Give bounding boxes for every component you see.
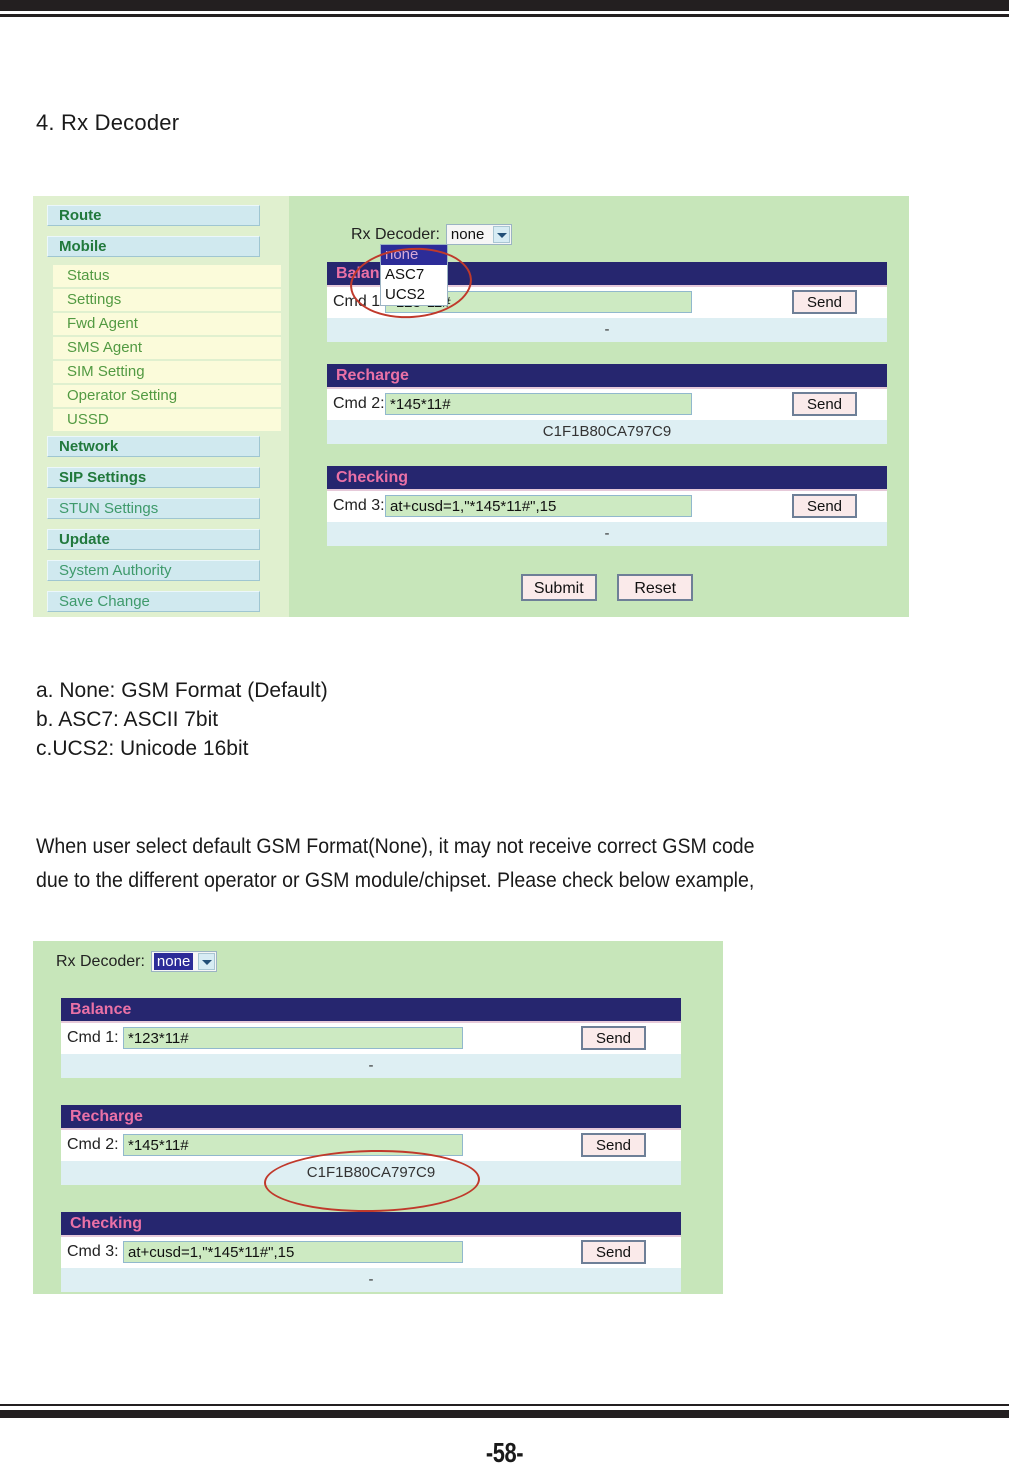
- cmd3-input-2[interactable]: at+cusd=1,"*145*11#",15: [123, 1241, 463, 1263]
- reset-button[interactable]: Reset: [617, 574, 694, 601]
- cmd3-result: -: [327, 522, 887, 546]
- sidebar-item-fwd-agent[interactable]: Fwd Agent: [53, 313, 281, 335]
- panel-row-cmd2: Cmd 2: *145*11# Send: [327, 389, 887, 420]
- sidebar-item-status[interactable]: Status: [53, 265, 281, 287]
- cmd3-send-button-2[interactable]: Send: [581, 1240, 646, 1264]
- cmd3-result-2: -: [61, 1268, 681, 1292]
- cmd1-label-2: Cmd 1:: [67, 1029, 119, 1046]
- dropdown-option-asc7[interactable]: ASC7: [381, 265, 447, 285]
- sidebar-item-route[interactable]: Route: [47, 205, 260, 226]
- router-ui-screenshot-example: Rx Decoder: none Balance Cmd 1: *123*11# …: [33, 941, 723, 1294]
- panel-checking-2: Checking Cmd 3: at+cusd=1,"*145*11#",15 …: [61, 1212, 681, 1292]
- chevron-down-icon[interactable]: [492, 226, 510, 243]
- paragraph-line-2: due to the different operator or GSM mod…: [36, 869, 755, 892]
- sidebar-item-ussd[interactable]: USSD: [53, 409, 281, 431]
- cmd1-result-2: -: [61, 1054, 681, 1078]
- rx-decoder-row-2: Rx Decoder: none: [56, 951, 217, 972]
- definition-none: a. None: GSM Format (Default): [36, 679, 328, 702]
- panel-title-recharge-2: Recharge: [61, 1105, 681, 1130]
- header-rule-thick: [0, 0, 1009, 11]
- chevron-down-icon-2[interactable]: [197, 953, 215, 970]
- header-rule-thin: [0, 14, 1009, 17]
- panel-checking: Checking Cmd 3: at+cusd=1,"*145*11#",15 …: [327, 466, 887, 546]
- form-actions: Submit Reset: [327, 574, 887, 601]
- cmd2-result-2: C1F1B80CA797C9: [61, 1161, 681, 1185]
- rx-decoder-select-2[interactable]: none: [150, 951, 217, 972]
- sidebar-item-mobile[interactable]: Mobile: [47, 236, 260, 257]
- cmd1-send-button[interactable]: Send: [792, 290, 857, 314]
- panel-row-cmd1-2: Cmd 1: *123*11# Send: [61, 1023, 681, 1054]
- router-ui-screenshot-full: Route Mobile Status Settings Fwd Agent S…: [33, 196, 909, 617]
- rx-decoder-dropdown-list[interactable]: none ASC7 UCS2: [380, 244, 448, 306]
- rx-decoder-value-2: none: [153, 953, 194, 970]
- sidebar-item-update[interactable]: Update: [47, 529, 260, 550]
- sidebar-item-sip-settings[interactable]: SIP Settings: [47, 467, 260, 488]
- submit-button[interactable]: Submit: [520, 574, 597, 601]
- sidebar-item-system-authority[interactable]: System Authority: [47, 560, 260, 581]
- sidebar-item-settings[interactable]: Settings: [53, 289, 281, 311]
- cmd1-input-2[interactable]: *123*11#: [123, 1027, 463, 1049]
- rx-decoder-row: Rx Decoder: none: [351, 224, 512, 245]
- cmd2-input[interactable]: *145*11#: [385, 393, 692, 415]
- page-number: -58-: [485, 1437, 524, 1468]
- cmd2-result: C1F1B80CA797C9: [327, 420, 887, 444]
- body-paragraph: When user select default GSM Format(None…: [36, 830, 906, 898]
- cmd2-send-button[interactable]: Send: [792, 392, 857, 416]
- cmd3-input[interactable]: at+cusd=1,"*145*11#",15: [385, 495, 692, 517]
- cmd2-input-2[interactable]: *145*11#: [123, 1134, 463, 1156]
- rx-decoder-label: Rx Decoder:: [351, 225, 440, 243]
- panel-recharge: Recharge Cmd 2: *145*11# Send C1F1B80CA7…: [327, 364, 887, 444]
- dropdown-option-none[interactable]: none: [381, 245, 447, 265]
- cmd1-label: Cmd 1:: [333, 293, 385, 310]
- cmd1-result: -: [327, 318, 887, 342]
- dropdown-option-ucs2[interactable]: UCS2: [381, 285, 447, 305]
- footer-rule-thin: [0, 1404, 1009, 1406]
- cmd1-send-button-2[interactable]: Send: [581, 1026, 646, 1050]
- footer-rule-thick: [0, 1410, 1009, 1418]
- cmd2-send-button-2[interactable]: Send: [581, 1133, 646, 1157]
- sidebar-item-network[interactable]: Network: [47, 436, 260, 457]
- cmd3-label: Cmd 3:: [333, 497, 385, 514]
- content-pane: Rx Decoder: none none ASC7 UCS2 Balance C…: [289, 196, 909, 617]
- cmd3-send-button[interactable]: Send: [792, 494, 857, 518]
- panel-row-cmd3: Cmd 3: at+cusd=1,"*145*11#",15 Send: [327, 491, 887, 522]
- paragraph-line-1: When user select default GSM Format(None…: [36, 835, 755, 858]
- cmd3-label-2: Cmd 3:: [67, 1243, 119, 1260]
- panel-row-cmd3-2: Cmd 3: at+cusd=1,"*145*11#",15 Send: [61, 1237, 681, 1268]
- panel-title-checking: Checking: [327, 466, 887, 491]
- panel-balance-2: Balance Cmd 1: *123*11# Send -: [61, 998, 681, 1078]
- definition-ucs2: c.UCS2: Unicode 16bit: [36, 737, 249, 760]
- rx-decoder-label-2: Rx Decoder:: [56, 952, 145, 970]
- panel-title-checking-2: Checking: [61, 1212, 681, 1237]
- decoder-definitions-list: a. None: GSM Format (Default) b. ASC7: A…: [36, 676, 328, 763]
- definition-asc7: b. ASC7: ASCII 7bit: [36, 708, 219, 731]
- sidebar-item-sms-agent[interactable]: SMS Agent: [53, 337, 281, 359]
- rx-decoder-select[interactable]: none: [445, 224, 512, 245]
- rx-decoder-value: none: [450, 226, 485, 243]
- sidebar-item-operator-setting[interactable]: Operator Setting: [53, 385, 281, 407]
- sidebar-item-stun-settings[interactable]: STUN Settings: [47, 498, 260, 519]
- cmd2-label-2: Cmd 2:: [67, 1136, 119, 1153]
- sidebar-item-sim-setting[interactable]: SIM Setting: [53, 361, 281, 383]
- sidebar-item-save-change[interactable]: Save Change: [47, 591, 260, 612]
- panel-recharge-2: Recharge Cmd 2: *145*11# Send C1F1B80CA7…: [61, 1105, 681, 1185]
- sidebar: Route Mobile Status Settings Fwd Agent S…: [33, 196, 289, 617]
- panel-row-cmd2-2: Cmd 2: *145*11# Send: [61, 1130, 681, 1161]
- panel-title-balance-2: Balance: [61, 998, 681, 1023]
- panel-title-recharge: Recharge: [327, 364, 887, 389]
- page-title: 4. Rx Decoder: [36, 110, 180, 135]
- cmd2-label: Cmd 2:: [333, 395, 385, 412]
